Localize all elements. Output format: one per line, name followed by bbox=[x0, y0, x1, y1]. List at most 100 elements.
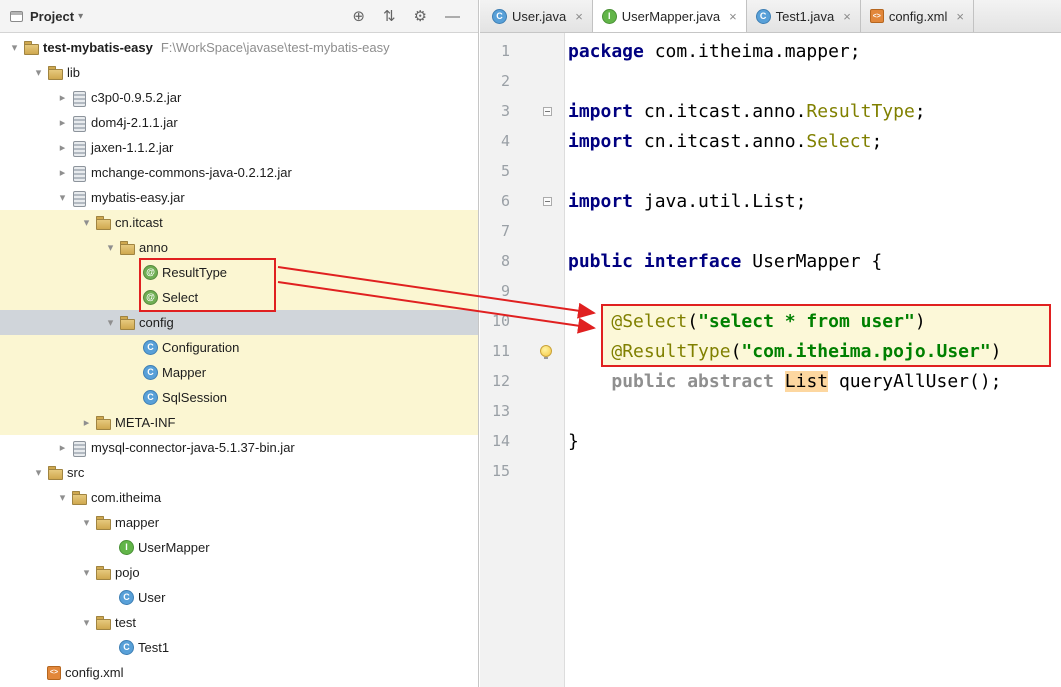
hide-icon[interactable]: — bbox=[445, 9, 460, 24]
gutter: 12 bbox=[480, 366, 564, 396]
code-token: import bbox=[568, 100, 634, 122]
tree-item-test-mybatis-easy[interactable]: ▾ test-mybatis-easy F:\WorkSpace\javase\te… bbox=[0, 35, 478, 60]
close-icon[interactable]: × bbox=[956, 9, 964, 24]
tab-usermapper-java[interactable]: I UserMapper.java × bbox=[592, 0, 747, 32]
tree-item-usermapper[interactable]: I UserMapper bbox=[0, 535, 478, 560]
tree-item-config-xml[interactable]: <> config.xml bbox=[0, 660, 478, 685]
chevron-right-icon[interactable]: ▸ bbox=[54, 91, 71, 104]
code-line-3[interactable]: 3 import cn.itcast.anno.ResultType; bbox=[480, 96, 1061, 126]
chevron-down-icon[interactable]: ▾ bbox=[54, 191, 71, 204]
tree-item-lib[interactable]: ▾ lib bbox=[0, 60, 478, 85]
code-line-12[interactable]: 12 public abstract List queryAllUser(); bbox=[480, 366, 1061, 396]
chevron-down-icon[interactable]: ▾ bbox=[78, 216, 95, 229]
project-panel: Project ▾ ⊕ ⇅ ⚙ — ▾ test-mybatis-easy F:\Work… bbox=[0, 0, 479, 687]
code-text: package com.itheima.mapper; bbox=[564, 41, 861, 62]
code-editor[interactable]: 1 package com.itheima.mapper; 2 3 import cn.… bbox=[480, 33, 1061, 687]
code-token: ) bbox=[914, 310, 926, 332]
tree-item-mapper[interactable]: C Mapper bbox=[0, 360, 478, 385]
tree-item-c3p0-0-9-5-2-jar[interactable]: ▸ c3p0-0.9.5.2.jar bbox=[0, 85, 478, 110]
tree-item-test1[interactable]: C Test1 bbox=[0, 635, 478, 660]
folder-icon bbox=[95, 565, 111, 581]
code-line-9[interactable]: 9 bbox=[480, 276, 1061, 306]
chevron-right-icon[interactable]: ▸ bbox=[54, 141, 71, 154]
settings-icon[interactable]: ⚙ bbox=[414, 9, 427, 24]
code-line-8[interactable]: 8 public interface UserMapper { bbox=[480, 246, 1061, 276]
tree-item-cn-itcast[interactable]: ▾ cn.itcast bbox=[0, 210, 478, 235]
locate-icon[interactable]: ⊕ bbox=[352, 9, 365, 24]
gutter: 1 bbox=[480, 36, 564, 66]
chevron-down-icon[interactable]: ▾ bbox=[30, 66, 47, 79]
gutter: 15 bbox=[480, 456, 564, 486]
code-line-10[interactable]: 10 @Select("select * from user") bbox=[480, 306, 1061, 336]
tree-item-test[interactable]: ▾ test bbox=[0, 610, 478, 635]
code-line-7[interactable]: 7 bbox=[480, 216, 1061, 246]
code-line-1[interactable]: 1 package com.itheima.mapper; bbox=[480, 36, 1061, 66]
close-icon[interactable]: × bbox=[843, 9, 851, 24]
tree-item-com-itheima[interactable]: ▾ com.itheima bbox=[0, 485, 478, 510]
chevron-down-icon[interactable]: ▾ bbox=[6, 41, 23, 54]
chevron-right-icon[interactable]: ▸ bbox=[78, 416, 95, 429]
code-line-14[interactable]: 14} bbox=[480, 426, 1061, 456]
tab-config-xml[interactable]: <> config.xml × bbox=[861, 0, 974, 32]
folder-icon bbox=[71, 490, 87, 506]
collapse-all-icon[interactable]: ⇅ bbox=[383, 9, 396, 24]
chevron-down-icon[interactable]: ▾ bbox=[30, 466, 47, 479]
fold-icon[interactable] bbox=[543, 196, 552, 206]
chevron-right-icon[interactable]: ▸ bbox=[54, 166, 71, 179]
panel-title: Project bbox=[30, 8, 75, 24]
tree-item-mysql-connector-java-5-1-37-bin-jar[interactable]: ▸ mysql-connector-java-5.1.37-bin.jar bbox=[0, 435, 478, 460]
project-panel-header: Project ▾ ⊕ ⇅ ⚙ — bbox=[0, 0, 478, 33]
tree-item-anno[interactable]: ▾ anno bbox=[0, 235, 478, 260]
code-line-4[interactable]: 4 import cn.itcast.anno.Select; bbox=[480, 126, 1061, 156]
tree-item-select[interactable]: @ Select bbox=[0, 285, 478, 310]
bulb-icon[interactable] bbox=[540, 345, 552, 359]
chevron-down-icon[interactable]: ▾ bbox=[78, 516, 95, 529]
tree-item-label: Test1 bbox=[138, 640, 170, 655]
close-icon[interactable]: × bbox=[575, 9, 583, 24]
code-line-6[interactable]: 6 import java.util.List; bbox=[480, 186, 1061, 216]
folder-icon bbox=[95, 615, 111, 631]
tree-item-jaxen-1-1-2-jar[interactable]: ▸ jaxen-1.1.2.jar bbox=[0, 135, 478, 160]
tree-item-user[interactable]: C User bbox=[0, 585, 478, 610]
tree-item-src[interactable]: ▾ src bbox=[0, 460, 478, 485]
code-line-13[interactable]: 13 bbox=[480, 396, 1061, 426]
fold-icon[interactable] bbox=[543, 106, 552, 116]
chevron-down-icon[interactable]: ▾ bbox=[78, 616, 95, 629]
code-line-11[interactable]: 11 @ResultType("com.itheima.pojo.User") bbox=[480, 336, 1061, 366]
tree-item-label: jaxen-1.1.2.jar bbox=[91, 140, 174, 155]
tree-item-mapper[interactable]: ▾ mapper bbox=[0, 510, 478, 535]
tree-item-meta-inf[interactable]: ▸ META-INF bbox=[0, 410, 478, 435]
tree-item-label: SqlSession bbox=[162, 390, 228, 405]
tree-item-label: Select bbox=[162, 290, 199, 305]
gutter: 11 bbox=[480, 336, 564, 366]
tree-item-dom4j-2-1-1-jar[interactable]: ▸ dom4j-2.1.1.jar bbox=[0, 110, 478, 135]
editor-area: C User.java × I UserMapper.java × C Test1.java ×… bbox=[480, 0, 1061, 687]
gutter: 13 bbox=[480, 396, 564, 426]
chevron-down-icon[interactable]: ▾ bbox=[102, 241, 119, 254]
chevron-down-icon[interactable]: ▾ bbox=[54, 491, 71, 504]
code-line-15[interactable]: 15 bbox=[480, 456, 1061, 486]
tree-item-pojo[interactable]: ▾ pojo bbox=[0, 560, 478, 585]
chevron-down-icon[interactable]: ▾ bbox=[78, 11, 83, 22]
code-token: import bbox=[568, 190, 634, 212]
chevron-right-icon[interactable]: ▸ bbox=[54, 441, 71, 454]
tree-item-sqlsession[interactable]: C SqlSession bbox=[0, 385, 478, 410]
tree-item-configuration[interactable]: C Configuration bbox=[0, 335, 478, 360]
tree-item-label: dom4j-2.1.1.jar bbox=[91, 115, 178, 130]
code-token: @Select bbox=[611, 310, 688, 332]
close-icon[interactable]: × bbox=[729, 9, 737, 24]
tab-user-java[interactable]: C User.java × bbox=[483, 0, 593, 32]
chevron-down-icon[interactable]: ▾ bbox=[78, 566, 95, 579]
code-line-5[interactable]: 5 bbox=[480, 156, 1061, 186]
annotation-icon: @ bbox=[143, 290, 158, 305]
tree-item-mchange-commons-java-0-2-12-jar[interactable]: ▸ mchange-commons-java-0.2.12.jar bbox=[0, 160, 478, 185]
tree-item-config[interactable]: ▾ config bbox=[0, 310, 478, 335]
tree-item-resulttype[interactable]: @ ResultType bbox=[0, 260, 478, 285]
chevron-down-icon[interactable]: ▾ bbox=[102, 316, 119, 329]
code-line-2[interactable]: 2 bbox=[480, 66, 1061, 96]
tree-item-mybatis-easy-jar[interactable]: ▾ mybatis-easy.jar bbox=[0, 185, 478, 210]
chevron-right-icon[interactable]: ▸ bbox=[54, 116, 71, 129]
tab-test1-java[interactable]: C Test1.java × bbox=[747, 0, 861, 32]
code-token: com.itheima.mapper; bbox=[643, 40, 861, 62]
jar-icon bbox=[71, 115, 87, 132]
